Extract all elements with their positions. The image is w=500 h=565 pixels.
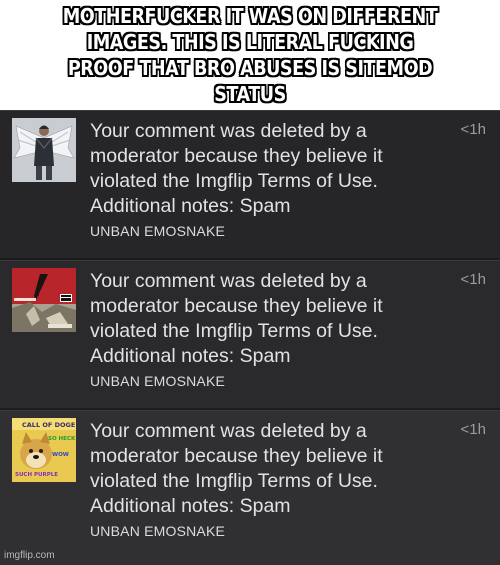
notification-time: <1h [460,271,486,288]
doge-meme-thumbnail: CALL OF DOGE SO HECK WOW SUCH PURPLE [12,418,76,482]
notification-time: <1h [460,121,486,138]
unban-action-link[interactable]: UNBAN EMOSNAKE [90,523,225,539]
notification-item[interactable]: Your comment was deleted by a moderator … [0,260,500,408]
caption-text: MOTHERFUCKER IT WAS ON DIFFERENT IMAGES.… [62,4,438,106]
notification-message: Your comment was deleted by a moderator … [90,420,383,517]
doge-text-line: CALL OF DOGE [22,421,75,429]
notification-time: <1h [460,421,486,438]
notification-item[interactable]: Your comment was deleted by a moderator … [0,110,500,258]
notification-item[interactable]: CALL OF DOGE SO HECK WOW SUCH PURPLE You… [0,410,500,565]
notification-message: Your comment was deleted by a moderator … [90,120,383,217]
red-album-cover-thumbnail [12,268,76,332]
doge-text-line: WOW [52,452,69,458]
doge-text-line: SO HECK [48,436,76,442]
meme-caption: MOTHERFUCKER IT WAS ON DIFFERENT IMAGES.… [0,0,500,110]
imgflip-watermark: imgflip.com [4,550,55,561]
notification-message: Your comment was deleted by a moderator … [90,270,383,367]
unban-action-link[interactable]: UNBAN EMOSNAKE [90,223,225,239]
unban-action-link[interactable]: UNBAN EMOSNAKE [90,373,225,389]
notification-list: Your comment was deleted by a moderator … [0,110,500,565]
doge-text-line: SUCH PURPLE [15,472,58,478]
winged-figure-thumbnail [12,118,76,182]
